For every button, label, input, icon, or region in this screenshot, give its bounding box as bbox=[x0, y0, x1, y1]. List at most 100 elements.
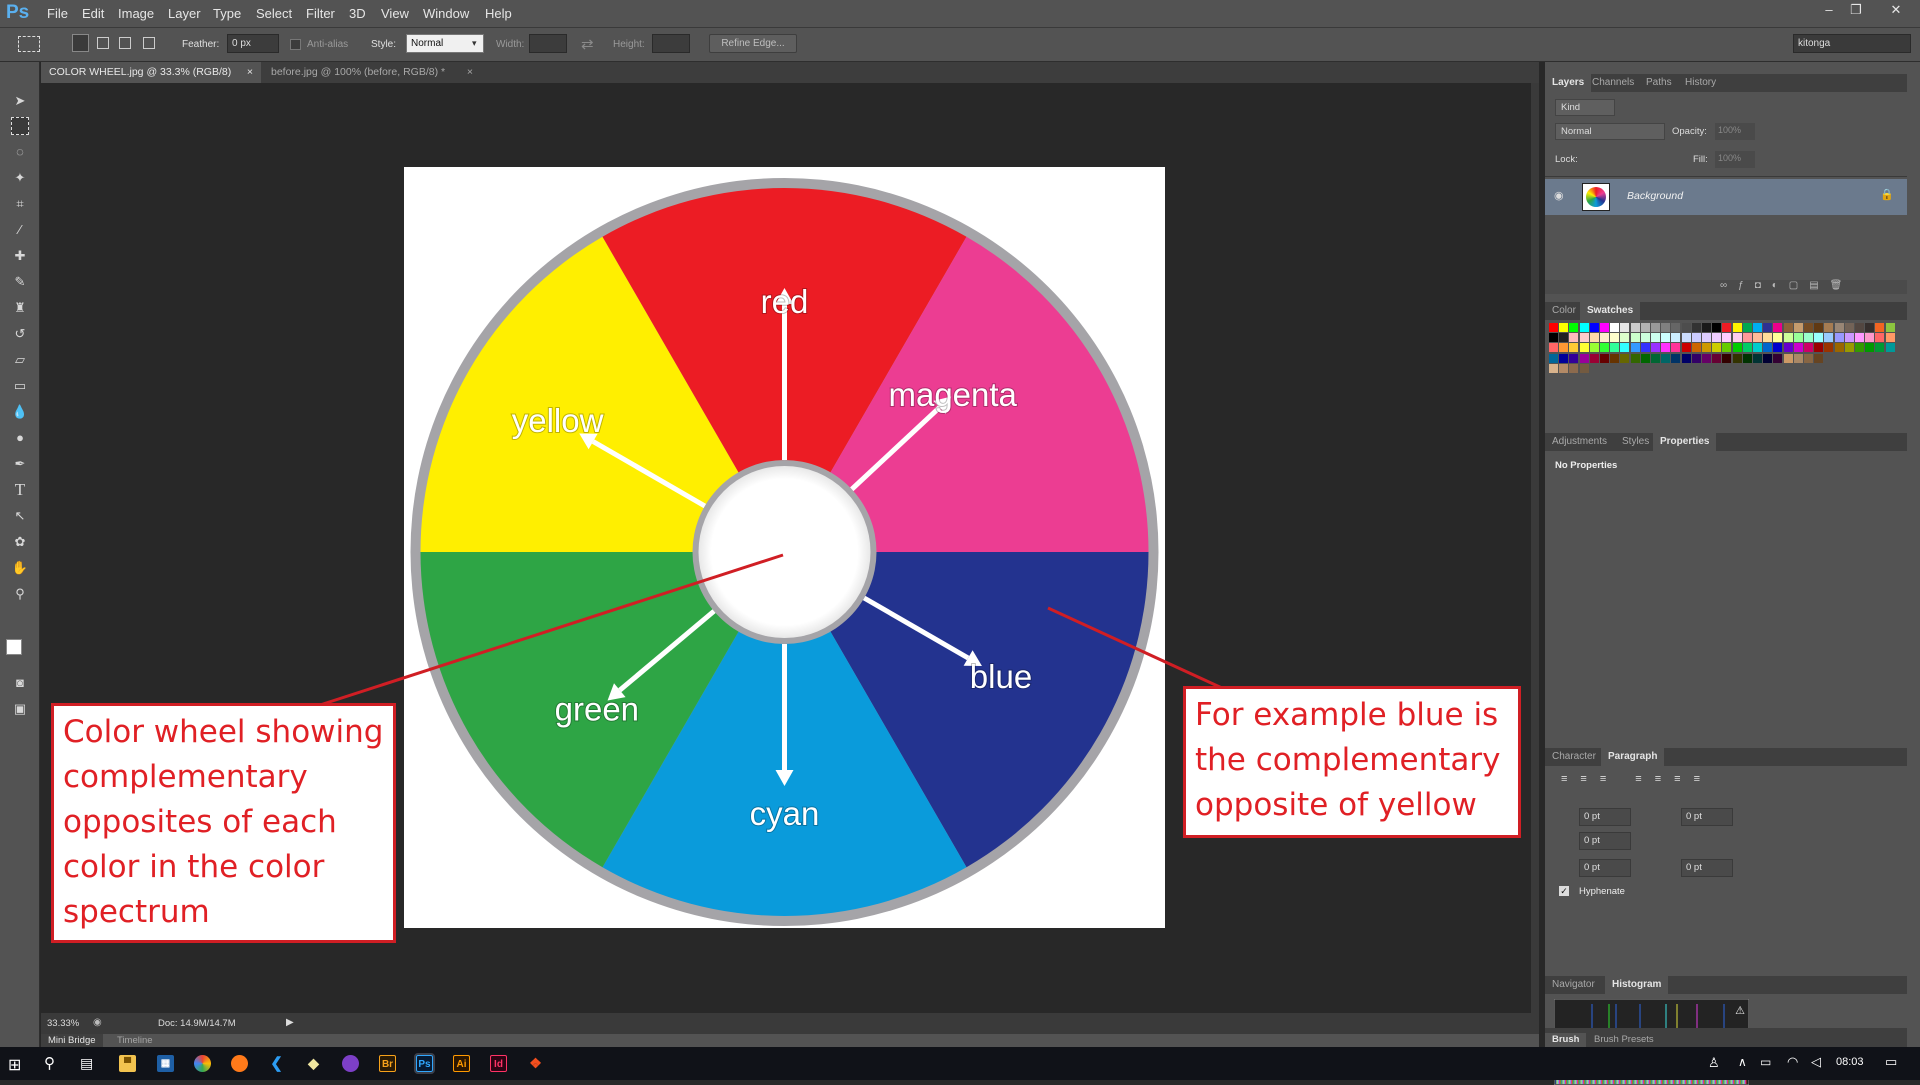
warning-icon[interactable]: ⚠ bbox=[1735, 1004, 1745, 1017]
swatch[interactable] bbox=[1844, 333, 1854, 343]
chevron-up-icon[interactable]: ∧ bbox=[1738, 1055, 1747, 1069]
swatch[interactable] bbox=[1865, 333, 1875, 343]
swatch[interactable] bbox=[1732, 323, 1742, 332]
swatch[interactable] bbox=[1804, 323, 1813, 332]
swatch[interactable] bbox=[1651, 353, 1660, 363]
swatch[interactable] bbox=[1630, 323, 1640, 332]
swatch[interactable] bbox=[1610, 343, 1620, 353]
blend-mode-select[interactable]: Normal bbox=[1555, 123, 1665, 140]
swatch[interactable] bbox=[1783, 323, 1793, 332]
swatch[interactable] bbox=[1773, 333, 1783, 343]
tab-adjustments[interactable]: Adjustments bbox=[1545, 433, 1614, 451]
swatch[interactable] bbox=[1569, 333, 1579, 343]
swatch[interactable] bbox=[1763, 353, 1773, 363]
swatch[interactable] bbox=[1702, 343, 1711, 353]
indesign-icon[interactable]: Id bbox=[490, 1055, 507, 1072]
layer-name[interactable]: Background bbox=[1627, 190, 1683, 202]
swatch[interactable] bbox=[1814, 343, 1824, 353]
tab-history[interactable]: History bbox=[1678, 74, 1723, 92]
swatch[interactable] bbox=[1651, 333, 1660, 343]
notifications-icon[interactable]: ▭ bbox=[1885, 1054, 1897, 1070]
swatch[interactable] bbox=[1549, 363, 1558, 373]
swatch[interactable] bbox=[1753, 323, 1762, 332]
swatch[interactable] bbox=[1712, 333, 1722, 343]
opacity-input[interactable]: 100% bbox=[1715, 123, 1755, 140]
swatch[interactable] bbox=[1804, 353, 1813, 363]
swatch[interactable] bbox=[1793, 353, 1803, 363]
swatch[interactable] bbox=[1559, 363, 1569, 373]
swatch[interactable] bbox=[1691, 323, 1701, 332]
tab-styles[interactable]: Styles bbox=[1615, 433, 1656, 451]
swatch[interactable] bbox=[1855, 333, 1864, 343]
swatch[interactable] bbox=[1753, 353, 1762, 363]
swatch[interactable] bbox=[1600, 343, 1609, 353]
swatch[interactable] bbox=[1620, 353, 1630, 363]
swatch[interactable] bbox=[1855, 323, 1864, 332]
swatch[interactable] bbox=[1844, 343, 1854, 353]
swatch[interactable] bbox=[1579, 343, 1589, 353]
tab-channels[interactable]: Channels bbox=[1585, 74, 1641, 92]
swatch[interactable] bbox=[1885, 333, 1895, 343]
swatch[interactable] bbox=[1661, 323, 1671, 332]
swatch[interactable] bbox=[1742, 343, 1752, 353]
vscode-icon[interactable]: ❮ bbox=[268, 1055, 285, 1072]
tab-properties[interactable]: Properties bbox=[1653, 433, 1717, 451]
swatch[interactable] bbox=[1610, 353, 1620, 363]
windows-start-icon[interactable]: ⊞ bbox=[8, 1055, 21, 1075]
tab-histogram[interactable]: Histogram bbox=[1605, 976, 1669, 994]
swatch[interactable] bbox=[1549, 333, 1558, 343]
tab-character[interactable]: Character bbox=[1545, 748, 1603, 766]
swatch[interactable] bbox=[1702, 323, 1711, 332]
swatch[interactable] bbox=[1855, 343, 1864, 353]
swatch[interactable] bbox=[1651, 343, 1660, 353]
swatch[interactable] bbox=[1559, 353, 1569, 363]
swatch[interactable] bbox=[1630, 343, 1640, 353]
swatch[interactable] bbox=[1589, 353, 1599, 363]
swatch[interactable] bbox=[1814, 353, 1824, 363]
swatch[interactable] bbox=[1885, 323, 1895, 332]
swatch[interactable] bbox=[1651, 323, 1660, 332]
swatch[interactable] bbox=[1681, 323, 1691, 332]
swatch[interactable] bbox=[1569, 323, 1579, 332]
swatch[interactable] bbox=[1763, 333, 1773, 343]
swatch[interactable] bbox=[1712, 343, 1722, 353]
swatch[interactable] bbox=[1589, 343, 1599, 353]
swatch[interactable] bbox=[1691, 343, 1701, 353]
app-purple-icon[interactable] bbox=[342, 1055, 359, 1072]
swatch[interactable] bbox=[1579, 333, 1589, 343]
hyphenate-checkbox[interactable]: ✓ bbox=[1559, 886, 1569, 896]
swatch[interactable] bbox=[1732, 333, 1742, 343]
swatch[interactable] bbox=[1600, 323, 1609, 332]
swatch[interactable] bbox=[1579, 363, 1589, 373]
swatch[interactable] bbox=[1742, 323, 1752, 332]
swatch[interactable] bbox=[1773, 343, 1783, 353]
swatch[interactable] bbox=[1885, 343, 1895, 353]
space-after-input[interactable]: 0 pt bbox=[1681, 859, 1733, 877]
swatch[interactable] bbox=[1875, 323, 1885, 332]
bridge-icon[interactable]: Br bbox=[379, 1055, 396, 1072]
swatch[interactable] bbox=[1620, 333, 1630, 343]
swatch[interactable] bbox=[1722, 343, 1732, 353]
swatch[interactable] bbox=[1732, 343, 1742, 353]
swatch[interactable] bbox=[1773, 353, 1783, 363]
swatch[interactable] bbox=[1640, 323, 1650, 332]
swatch[interactable] bbox=[1834, 343, 1844, 353]
file-explorer-icon[interactable]: ▀ bbox=[119, 1055, 136, 1072]
swatch[interactable] bbox=[1569, 343, 1579, 353]
status-menu-arrow-icon[interactable]: ▶ bbox=[286, 1017, 294, 1028]
paragraph-align-icons[interactable]: ≡≡≡ ≡≡≡≡ bbox=[1561, 773, 1713, 785]
battery-icon[interactable]: ▭ bbox=[1760, 1055, 1771, 1069]
swatch[interactable] bbox=[1671, 333, 1681, 343]
task-view-icon[interactable]: ▤ bbox=[80, 1055, 93, 1072]
swatch[interactable] bbox=[1865, 343, 1875, 353]
swatch[interactable] bbox=[1712, 353, 1722, 363]
swatch[interactable] bbox=[1763, 343, 1773, 353]
swatch[interactable] bbox=[1559, 333, 1569, 343]
tab-navigator[interactable]: Navigator bbox=[1545, 976, 1602, 994]
swatch[interactable] bbox=[1844, 323, 1854, 332]
layer-row-background[interactable]: ◉ Background 🔒 bbox=[1545, 179, 1907, 215]
indent-first-line-input[interactable]: 0 pt bbox=[1579, 832, 1631, 850]
tab-swatches[interactable]: Swatches bbox=[1580, 302, 1641, 320]
swatch[interactable] bbox=[1712, 323, 1722, 332]
swatch[interactable] bbox=[1742, 333, 1752, 343]
